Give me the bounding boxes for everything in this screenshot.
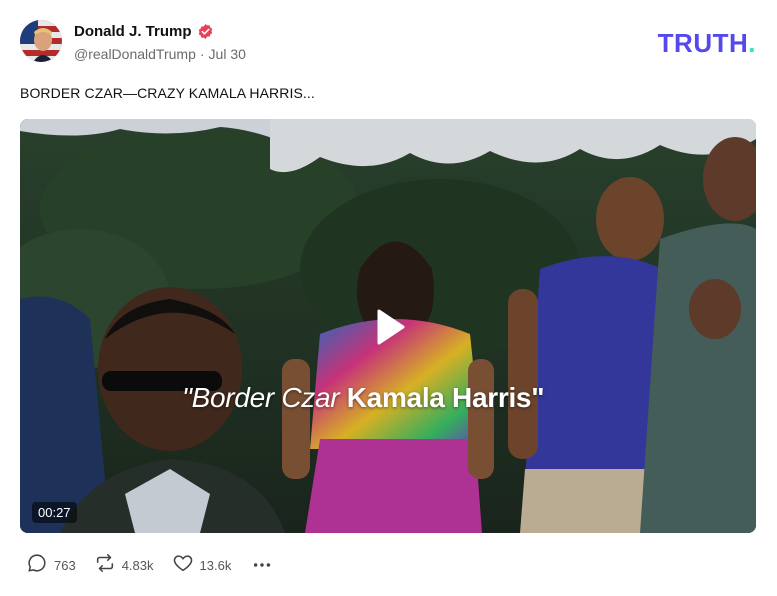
post-date[interactable]: Jul 30 [209, 46, 246, 62]
like-button[interactable]: 13.6k [172, 552, 232, 579]
truth-logo: TRUTH. [658, 28, 756, 59]
post-header: Donald J. Trump @realDonaldTrump · Jul 30 [20, 20, 246, 62]
brand-word: TRUTH [657, 28, 749, 58]
heart-icon [172, 552, 194, 579]
author-handle[interactable]: @realDonaldTrump [74, 46, 196, 62]
reply-button[interactable]: 763 [26, 552, 76, 579]
like-count: 13.6k [199, 557, 232, 573]
video-caption: "Border Czar Kamala Harris" [182, 382, 544, 414]
video-duration: 00:27 [32, 502, 77, 523]
retruth-icon [94, 552, 116, 579]
caption-light: "Border Czar [182, 382, 347, 413]
reply-count: 763 [54, 557, 76, 573]
more-icon[interactable] [251, 554, 273, 576]
brand-dot: . [748, 28, 756, 58]
handle-row: @realDonaldTrump · Jul 30 [74, 46, 246, 62]
caption-bold: Kamala Harris" [346, 382, 545, 413]
action-bar: 763 4.83k 13.6k [26, 553, 273, 577]
author-meta: Donald J. Trump @realDonaldTrump · Jul 30 [74, 21, 246, 62]
avatar[interactable] [20, 20, 62, 62]
author-name[interactable]: Donald J. Trump [74, 23, 192, 40]
verified-badge-icon [197, 23, 214, 40]
post-text: BORDER CZAR—CRAZY KAMALA HARRIS... [20, 85, 315, 101]
retruth-button[interactable]: 4.83k [94, 552, 154, 579]
retruth-count: 4.83k [121, 557, 154, 573]
play-icon[interactable] [367, 305, 411, 349]
truth-post: Donald J. Trump @realDonaldTrump · Jul 30 … [0, 0, 777, 596]
reply-icon [26, 552, 48, 579]
video-player[interactable]: "Border Czar Kamala Harris" 00:27 [20, 119, 756, 533]
name-row: Donald J. Trump [74, 21, 246, 43]
separator: · [199, 45, 205, 62]
